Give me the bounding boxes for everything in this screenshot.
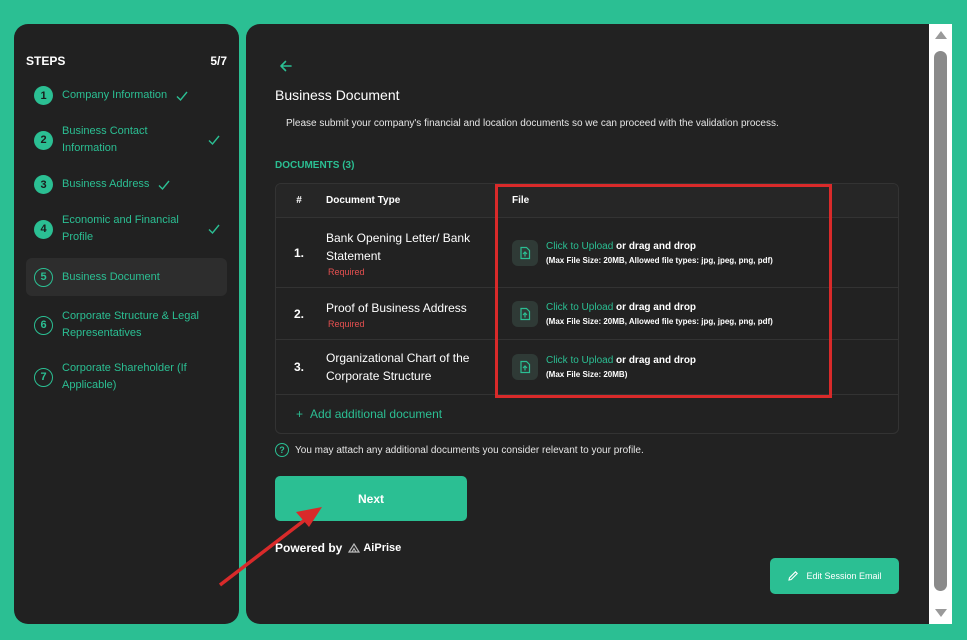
step-economic-financial-profile[interactable]: 4 Economic and Financial Profile	[26, 206, 227, 252]
step-number: 7	[34, 367, 53, 387]
steps-progress: 5/7	[210, 54, 227, 68]
step-label: Business Document	[62, 270, 160, 283]
table-row: 2. Proof of Business Address Required Cl…	[276, 288, 898, 340]
step-number: 6	[34, 315, 53, 335]
back-arrow-icon[interactable]	[278, 58, 294, 74]
scroll-thumb[interactable]	[934, 51, 947, 591]
page-subtitle: Please submit your company's financial a…	[286, 118, 779, 129]
powered-by-text: Powered by	[275, 541, 343, 555]
plus-icon: +	[296, 407, 304, 421]
upload-dropzone[interactable]: Click to Upload or drag and drop (Max Fi…	[512, 300, 898, 327]
click-to-upload-link[interactable]: Click to Upload	[546, 355, 613, 366]
header-file: File	[512, 195, 530, 206]
check-icon	[176, 91, 188, 101]
steps-title: STEPS	[26, 54, 66, 68]
pencil-icon	[788, 571, 799, 581]
step-label: Economic and Financial Profile	[62, 214, 179, 243]
scroll-up-arrow-icon[interactable]	[935, 31, 947, 39]
step-business-contact-information[interactable]: 2 Business Contact Information	[26, 117, 227, 163]
brand-name: AiPrise	[363, 542, 402, 554]
table-row: 3. Organizational Chart of the Corporate…	[276, 340, 898, 395]
check-icon	[158, 180, 170, 190]
required-label: Required	[328, 318, 365, 329]
drag-drop-text: or drag and drop	[613, 301, 697, 313]
click-to-upload-link[interactable]: Click to Upload	[546, 302, 613, 313]
step-corporate-structure[interactable]: 6 Corporate Structure & Legal Representa…	[26, 302, 227, 348]
step-label: Business Contact Information	[62, 125, 148, 154]
drag-drop-text: or drag and drop	[613, 240, 697, 252]
step-label: Corporate Structure & Legal Representati…	[62, 310, 199, 339]
step-number: 4	[34, 219, 53, 239]
documents-section-label: DOCUMENTS (3)	[275, 160, 355, 171]
step-label: Company Information	[62, 89, 168, 101]
aiprise-logo-icon	[348, 543, 361, 553]
file-upload-cell[interactable]: Click to Upload or drag and drop (Max Fi…	[496, 300, 898, 327]
upload-file-icon[interactable]	[512, 239, 538, 266]
upload-dropzone[interactable]: Click to Upload or drag and drop (Max Fi…	[512, 239, 898, 266]
step-number: 2	[34, 130, 53, 150]
step-label: Business Address	[62, 178, 150, 190]
upload-dropzone[interactable]: Click to Upload or drag and drop (Max Fi…	[512, 354, 898, 380]
brand-logo: AiPrise	[348, 542, 401, 554]
hint-text: You may attach any additional documents …	[295, 444, 644, 456]
step-business-document[interactable]: 5 Business Document	[26, 258, 227, 296]
step-corporate-shareholder[interactable]: 7 Corporate Shareholder (If Applicable)	[26, 354, 227, 400]
vertical-scrollbar[interactable]	[929, 24, 952, 624]
steps-header: STEPS 5/7	[26, 54, 227, 68]
scroll-down-arrow-icon[interactable]	[935, 609, 947, 617]
row-number: 1.	[293, 245, 304, 260]
upload-file-icon[interactable]	[512, 354, 538, 380]
documents-table: # Document Type File 1. Bank Opening Let…	[275, 183, 899, 434]
step-business-address[interactable]: 3 Business Address	[26, 169, 227, 200]
upload-file-icon[interactable]	[512, 300, 538, 327]
step-company-information[interactable]: 1 Company Information	[26, 80, 227, 111]
step-number: 5	[34, 267, 53, 287]
step-number: 1	[34, 86, 53, 105]
table-header: # Document Type File	[276, 184, 898, 218]
question-icon: ?	[275, 443, 289, 457]
step-label: Corporate Shareholder (If Applicable)	[62, 362, 187, 391]
drag-drop-text: or drag and drop	[613, 355, 697, 366]
file-upload-cell[interactable]: Click to Upload or drag and drop (Max Fi…	[496, 239, 898, 266]
click-to-upload-link[interactable]: Click to Upload	[546, 241, 613, 252]
document-name: Organizational Chart of the Corporate St…	[326, 351, 470, 383]
file-constraints: (Max File Size: 20MB, Allowed file types…	[546, 255, 773, 265]
next-button[interactable]: Next	[275, 476, 467, 521]
file-upload-cell[interactable]: Click to Upload or drag and drop (Max Fi…	[496, 354, 898, 380]
document-type-cell: Organizational Chart of the Corporate St…	[322, 349, 496, 385]
add-additional-document-button[interactable]: + Add additional document	[276, 395, 898, 433]
document-name: Bank Opening Letter/ Bank Statement	[326, 230, 471, 263]
table-row: 1. Bank Opening Letter/ Bank Statement R…	[276, 218, 898, 288]
required-label: Required	[328, 266, 365, 277]
page-title: Business Document	[275, 87, 400, 103]
step-number: 3	[34, 175, 53, 194]
row-number: 2.	[293, 306, 304, 321]
edit-session-email-button[interactable]: Edit Session Email	[770, 558, 899, 594]
document-name: Proof of Business Address	[326, 300, 467, 315]
file-constraints: (Max File Size: 20MB)	[546, 370, 628, 379]
edit-session-email-label: Edit Session Email	[806, 571, 882, 581]
main-panel: Business Document Please submit your com…	[246, 24, 929, 624]
powered-by: Powered by AiPrise	[275, 541, 401, 555]
document-type-cell: Bank Opening Letter/ Bank Statement Requ…	[322, 229, 496, 277]
additional-docs-hint: ? You may attach any additional document…	[275, 443, 644, 457]
check-icon	[208, 224, 220, 235]
header-document-type: Document Type	[326, 195, 401, 206]
row-number: 3.	[293, 360, 304, 374]
header-num: #	[296, 195, 302, 206]
check-icon	[208, 135, 220, 146]
add-document-label: Add additional document	[310, 407, 443, 421]
steps-sidebar: STEPS 5/7 1 Company Information 2 Busine…	[14, 24, 239, 624]
document-type-cell: Proof of Business Address Required	[322, 299, 496, 329]
file-constraints: (Max File Size: 20MB, Allowed file types…	[546, 316, 773, 326]
